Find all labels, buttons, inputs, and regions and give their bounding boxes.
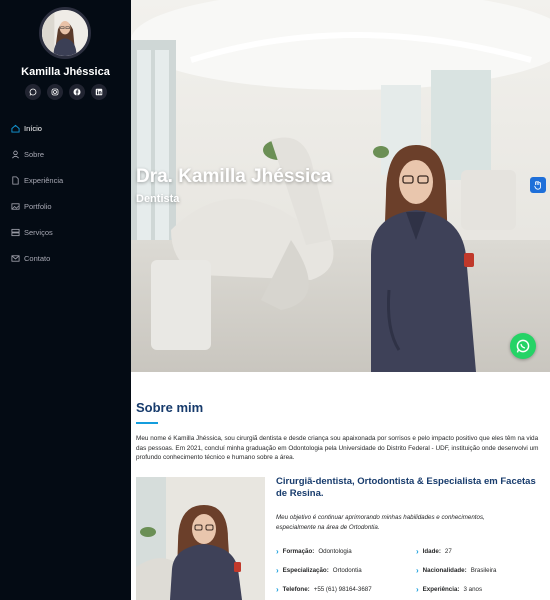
hero-title: Dra. Kamilla Jhéssica — [136, 166, 332, 187]
instagram-link[interactable] — [46, 84, 63, 100]
objective-text: Meu objetivo é continuar aprimorando min… — [276, 514, 485, 531]
specialty-title: Cirurgiã-dentista, Ortodontista & Especi… — [276, 476, 536, 499]
nav-item-label: Sobre — [24, 149, 45, 159]
info-nacionalidade: › Nacionalidade: Brasileira — [416, 566, 496, 575]
main-nav: Início Sobre Experiência Portfolio Servi… — [0, 115, 131, 271]
chevron-right-icon: › — [276, 547, 279, 556]
nav-item-servicos[interactable]: Serviços — [0, 219, 131, 245]
nav-item-label: Serviços — [24, 227, 53, 237]
facebook-link[interactable] — [68, 84, 85, 100]
info-formacao: › Formação: Odontologia — [276, 547, 352, 556]
profile-avatar — [39, 7, 91, 59]
whatsapp-link[interactable] — [24, 84, 41, 100]
instagram-icon — [51, 88, 58, 96]
nav-item-label: Contato — [24, 253, 51, 263]
nav-item-label: Início — [24, 123, 42, 133]
info-label: Especialização: — [282, 567, 329, 574]
nav-item-inicio[interactable]: Início — [0, 115, 131, 141]
nav-item-portfolio[interactable]: Portfolio — [0, 193, 131, 219]
info-label: Formação: — [282, 548, 315, 555]
chevron-right-icon: › — [416, 566, 419, 575]
images-icon — [11, 202, 20, 211]
info-especializacao: › Especialização: Ortodontia — [276, 566, 362, 575]
accessibility-hand-icon — [534, 181, 541, 190]
whatsapp-icon — [29, 88, 36, 96]
info-value: Odontologia — [318, 548, 352, 555]
info-value: Ortodontia — [332, 567, 362, 574]
accessibility-button[interactable] — [530, 177, 546, 193]
info-value: 3 anos — [463, 586, 483, 593]
about-photo — [136, 477, 265, 600]
nav-item-contato[interactable]: Contato — [0, 245, 131, 271]
info-label: Telefone: — [282, 586, 310, 593]
person-icon — [11, 150, 20, 159]
nav-item-sobre[interactable]: Sobre — [0, 141, 131, 167]
about-photo-image — [136, 477, 265, 600]
server-icon — [11, 228, 20, 237]
info-label: Experiência: — [422, 586, 460, 593]
linkedin-icon — [95, 88, 102, 96]
chevron-right-icon: › — [416, 547, 419, 556]
info-label: Idade: — [422, 548, 441, 555]
about-title: Sobre mim — [136, 400, 204, 415]
hero-subtitle: Dentista — [136, 193, 180, 205]
facebook-icon — [73, 88, 80, 96]
chevron-right-icon: › — [276, 585, 279, 594]
about-section: Sobre mim Meu nome é Kamilla Jhéssica, s… — [131, 372, 550, 600]
sidebar: Kamilla Jhéssica Início Sobre Experiênci… — [0, 0, 131, 600]
whatsapp-float-button[interactable] — [510, 333, 536, 359]
chevron-right-icon: › — [416, 585, 419, 594]
profile-name: Kamilla Jhéssica — [21, 66, 110, 78]
info-label: Nacionalidade: — [422, 567, 467, 574]
file-icon — [11, 175, 20, 185]
profile-photo — [42, 10, 88, 56]
info-idade: › Idade: 27 — [416, 547, 452, 556]
home-icon — [11, 124, 20, 133]
nav-item-label: Experiência — [24, 175, 64, 185]
info-value: Brasileira — [470, 567, 497, 574]
envelope-icon — [11, 254, 20, 263]
title-underline — [136, 422, 158, 424]
whatsapp-icon — [516, 339, 530, 353]
social-links — [0, 84, 131, 100]
info-telefone: › Telefone: +55 (61) 98164-3687 — [276, 585, 372, 594]
chevron-right-icon: › — [276, 566, 279, 575]
hero-section: Dra. Kamilla Jhéssica Dentista — [131, 0, 550, 372]
info-value: 27 — [444, 548, 452, 555]
about-text: Meu nome é Kamilla Jhéssica, sou cirurgi… — [136, 435, 539, 461]
nav-item-experiencia[interactable]: Experiência — [0, 167, 131, 193]
info-experiencia: › Experiência: 3 anos — [416, 585, 482, 594]
info-value: +55 (61) 98164-3687 — [313, 586, 372, 593]
nav-item-label: Portfolio — [24, 201, 52, 211]
linkedin-link[interactable] — [90, 84, 107, 100]
